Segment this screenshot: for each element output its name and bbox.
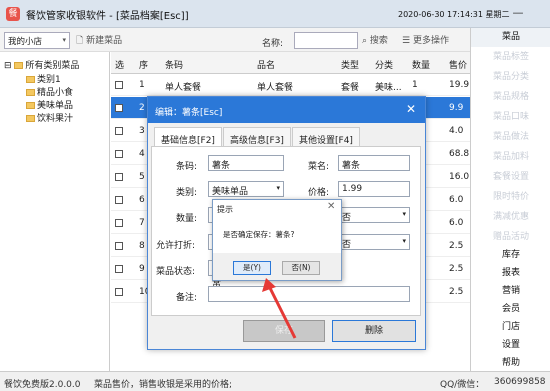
annotation-arrow (262, 278, 297, 339)
arrow-head (262, 278, 276, 292)
arrow-shaft (267, 285, 297, 339)
